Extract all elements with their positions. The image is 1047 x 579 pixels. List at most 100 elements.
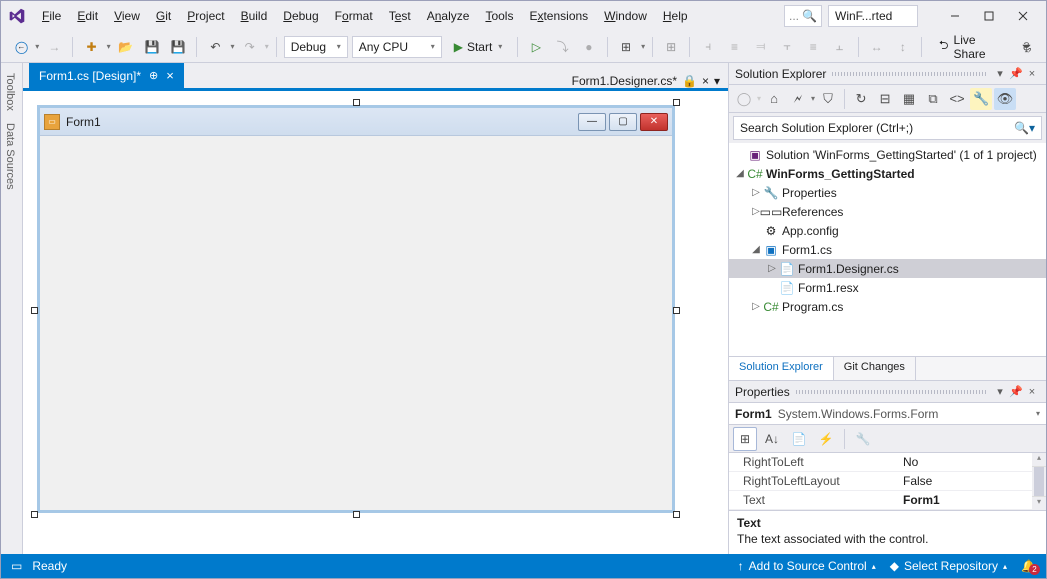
step-button[interactable]: ⤵ (551, 35, 573, 59)
tree-appconfig[interactable]: ⚙App.config (729, 221, 1046, 240)
menu-extensions[interactable]: Extensions (522, 5, 595, 27)
tree-properties[interactable]: ▷🔧Properties (729, 183, 1046, 202)
quick-search[interactable]: ... 🔍 (784, 5, 822, 27)
minimize-button[interactable] (938, 4, 972, 28)
menu-format[interactable]: Format (328, 5, 380, 27)
pin-icon[interactable]: 📌 (1008, 384, 1024, 400)
add-source-control-button[interactable]: ↑Add to Source Control▴ (738, 559, 876, 573)
breakpoint-button[interactable]: ● (578, 35, 600, 59)
form-close-button[interactable]: ✕ (640, 113, 668, 131)
resize-handle[interactable] (673, 511, 680, 518)
close-tab2-icon[interactable]: × (702, 74, 709, 88)
feedback-button[interactable]: 🕏 (1016, 35, 1038, 59)
redo-button[interactable]: ↷ (239, 35, 261, 59)
resize-handle[interactable] (31, 307, 38, 314)
hspace-button[interactable]: ↔ (866, 35, 888, 59)
se-collapse-icon[interactable]: ⊟ (874, 88, 896, 110)
form-window[interactable]: ▭ Form1 — ▢ ✕ (37, 105, 675, 513)
panel-menu-icon[interactable]: ▾ (992, 66, 1008, 82)
menu-debug[interactable]: Debug (276, 5, 325, 27)
tab-solution-explorer[interactable]: Solution Explorer (729, 357, 834, 380)
align-right-button[interactable]: ⫤ (750, 35, 772, 59)
undo-button[interactable]: ↶ (204, 35, 226, 59)
start-debug-button[interactable]: ▶Start▾ (446, 35, 511, 59)
config-combo[interactable]: Debug▾ (284, 36, 348, 58)
prop-row[interactable]: TextForm1 (729, 491, 1032, 510)
se-home-icon[interactable]: ⌂ (763, 88, 785, 110)
prop-scrollbar[interactable]: ▴ ▾ (1032, 453, 1046, 510)
menu-project[interactable]: Project (180, 5, 231, 27)
open-button[interactable]: 📂 (115, 35, 137, 59)
menu-help[interactable]: Help (656, 5, 695, 27)
menu-test[interactable]: Test (382, 5, 418, 27)
tree-resx[interactable]: 📄Form1.resx (729, 278, 1046, 297)
prop-wrench-icon[interactable]: 🔧 (851, 427, 875, 451)
tree-project[interactable]: ◢C#WinForms_GettingStarted (729, 164, 1046, 183)
se-showall-icon[interactable]: ▦ (898, 88, 920, 110)
align-left-button[interactable]: ⫞ (697, 35, 719, 59)
vspace-button[interactable]: ↕ (892, 35, 914, 59)
events-icon[interactable]: ⚡ (814, 427, 838, 451)
se-properties-icon[interactable]: 🔧 (970, 88, 992, 110)
close-panel-icon[interactable]: × (1024, 66, 1040, 82)
resize-handle[interactable] (353, 99, 360, 106)
save-button[interactable]: 💾 (141, 35, 163, 59)
nav-back-button[interactable]: ◯← (9, 35, 31, 59)
designer-canvas[interactable]: ▭ Form1 — ▢ ✕ (23, 88, 728, 554)
align-grid-button[interactable]: ⊞ (660, 35, 682, 59)
sidetab-toolbox[interactable]: Toolbox (1, 67, 19, 117)
notifications-button[interactable]: 🔔 2 (1021, 559, 1036, 573)
close-panel-icon[interactable]: × (1024, 384, 1040, 400)
se-filter-icon[interactable]: ⛉ (817, 88, 839, 110)
se-search-input[interactable]: Search Solution Explorer (Ctrl+;) 🔍▾ (733, 116, 1042, 140)
menu-file[interactable]: File (35, 5, 68, 27)
tree-solution[interactable]: ▣Solution 'WinForms_GettingStarted' (1 o… (729, 145, 1046, 164)
tree-form1[interactable]: ◢▣Form1.cs (729, 240, 1046, 259)
doctab-inactive-label[interactable]: Form1.Designer.cs* (572, 74, 677, 88)
categorized-icon[interactable]: ⊞ (733, 427, 757, 451)
menu-window[interactable]: Window (597, 5, 654, 27)
tab-overflow-icon[interactable]: ▾ (714, 74, 720, 88)
maximize-button[interactable] (972, 4, 1006, 28)
resize-handle[interactable] (673, 307, 680, 314)
align-top-button[interactable]: ⫟ (776, 35, 798, 59)
save-all-button[interactable]: 💾 (167, 35, 189, 59)
resize-handle[interactable] (673, 99, 680, 106)
sidetab-datasources[interactable]: Data Sources (1, 117, 19, 196)
prop-row[interactable]: RightToLeftLayoutFalse (729, 472, 1032, 491)
close-tab-icon[interactable]: × (166, 68, 174, 83)
align-middle-button[interactable]: ≡ (802, 35, 824, 59)
se-view-icon[interactable]: 👁 (994, 88, 1016, 110)
menu-edit[interactable]: Edit (70, 5, 105, 27)
tab-git-changes[interactable]: Git Changes (834, 357, 916, 380)
prop-row[interactable]: RightToLeftNo (729, 453, 1032, 472)
se-refresh-icon[interactable]: ↻ (850, 88, 872, 110)
se-back-icon[interactable]: ◯ (733, 88, 755, 110)
se-preview-icon[interactable]: ⧉ (922, 88, 944, 110)
resize-handle[interactable] (31, 511, 38, 518)
select-repository-button[interactable]: ◆Select Repository▴ (890, 559, 1007, 573)
menu-git[interactable]: Git (149, 5, 178, 27)
form-maximize-button[interactable]: ▢ (609, 113, 637, 131)
pin-icon[interactable]: 📌 (1008, 66, 1024, 82)
menu-view[interactable]: View (107, 5, 147, 27)
layout-button[interactable]: ⊞ (615, 35, 637, 59)
alphabetical-icon[interactable]: A↓ (760, 427, 784, 451)
align-bottom-button[interactable]: ⫠ (828, 35, 850, 59)
prop-object-selector[interactable]: Form1 System.Windows.Forms.Form ▾ (729, 403, 1046, 425)
close-button[interactable] (1006, 4, 1040, 28)
prop-page-icon[interactable]: 📄 (787, 427, 811, 451)
menu-build[interactable]: Build (234, 5, 275, 27)
se-code-icon[interactable]: <> (946, 88, 968, 110)
doctab-form1-design[interactable]: Form1.cs [Design]* ⊕ × (29, 63, 184, 88)
pin-icon[interactable]: ⊕ (149, 69, 158, 82)
new-item-button[interactable]: ✚ (80, 35, 102, 59)
tree-designer[interactable]: ▷📄Form1.Designer.cs (729, 259, 1046, 278)
tree-references[interactable]: ▷▭▭References (729, 202, 1046, 221)
start-nodebug-button[interactable]: ▷ (525, 35, 547, 59)
nav-fwd-button[interactable]: → (43, 35, 65, 59)
form-minimize-button[interactable]: — (578, 113, 606, 131)
panel-menu-icon[interactable]: ▾ (992, 384, 1008, 400)
resize-handle[interactable] (353, 511, 360, 518)
platform-combo[interactable]: Any CPU▾ (352, 36, 442, 58)
